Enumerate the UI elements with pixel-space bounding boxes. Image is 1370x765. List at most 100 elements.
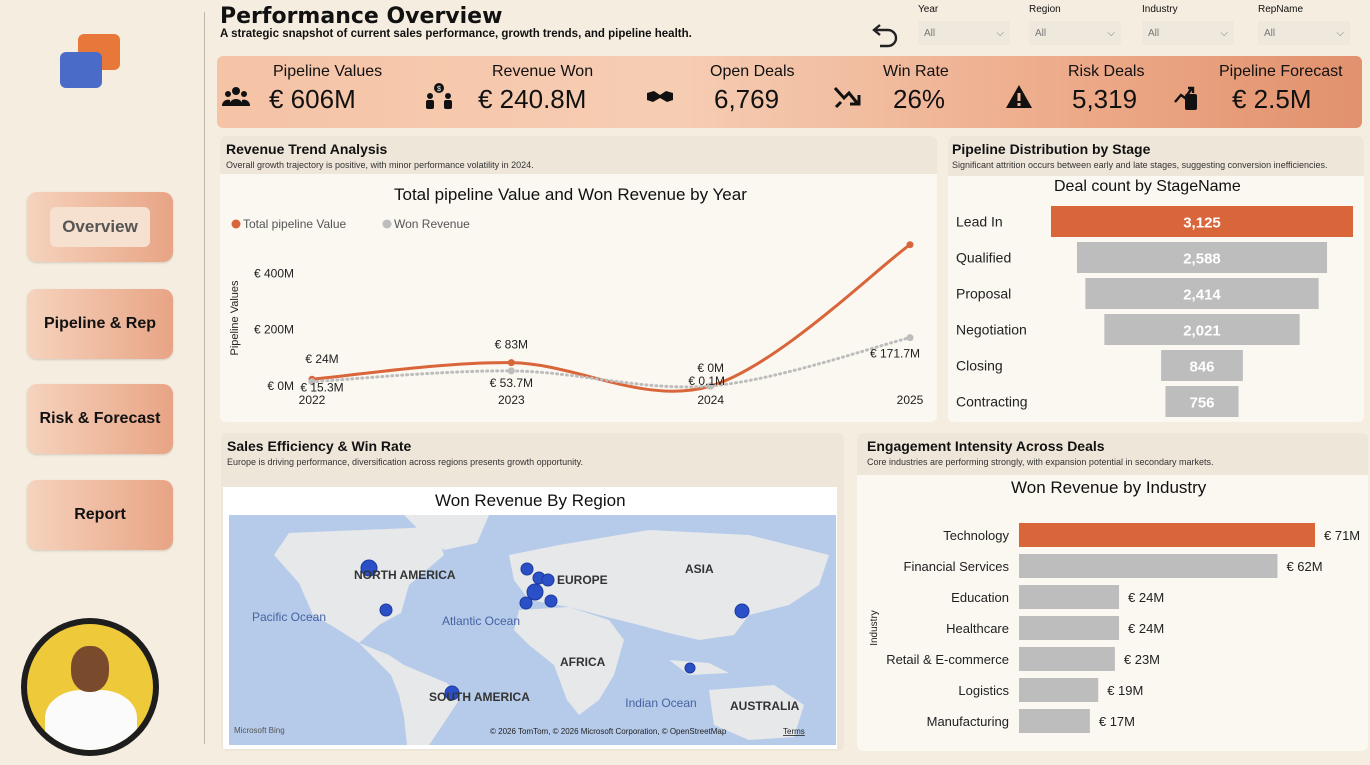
x-tick-label: 2024 (697, 393, 724, 407)
phone-chart-icon (1174, 86, 1197, 110)
map-bubble[interactable] (541, 573, 555, 587)
engagement-header: Engagement Intensity Across Deals Core i… (857, 433, 1368, 475)
sales-efficiency-panel: Sales Efficiency & Win Rate Europe is dr… (221, 433, 844, 751)
data-label: € 53.7M (490, 376, 533, 390)
undo-icon[interactable] (868, 20, 900, 52)
industry-label: Logistics (958, 683, 1009, 698)
industry-bar[interactable] (1019, 616, 1120, 640)
industry-bar[interactable] (1019, 709, 1090, 733)
map-bubble[interactable] (519, 596, 533, 610)
industry-value-label: € 24M (1128, 590, 1164, 605)
stage-label: Qualified (956, 250, 1011, 266)
industry-bar-chart[interactable]: Industry Technology € 71M Financial Service… (857, 501, 1368, 751)
filter-region[interactable]: Region All ⌵ (1029, 4, 1121, 45)
panel-subtitle: Europe is driving performance, diversifi… (227, 457, 584, 467)
chevron-down-icon: ⌵ (1107, 27, 1115, 39)
kpi-value: € 240.8M (478, 84, 587, 114)
won-revenue-line[interactable] (310, 336, 912, 389)
kpi-band: Pipeline Values € 606M $ Revenue Won € 2… (217, 56, 1362, 128)
kpi-label: Revenue Won (492, 63, 594, 80)
map-terms-link[interactable]: Terms (783, 727, 805, 736)
filter-repname-select[interactable]: All ⌵ (1258, 21, 1350, 45)
stage-value-label: 3,125 (1183, 215, 1221, 232)
kpi-label: Open Deals (710, 63, 795, 80)
map-bubble[interactable] (379, 603, 393, 617)
filter-repname-label: RepName (1258, 4, 1304, 15)
y-tick-label: € 400M (254, 266, 294, 280)
nav-pipeline-rep-button[interactable]: Pipeline & Rep (27, 289, 173, 359)
kpi-value: 5,319 (1072, 84, 1138, 114)
industry-bar[interactable] (1019, 647, 1115, 671)
nav-risk-forecast-button[interactable]: Risk & Forecast (27, 384, 173, 454)
filter-repname-value: All (1264, 27, 1276, 39)
nav-overview-button[interactable]: Overview (27, 192, 173, 262)
people-group-icon (221, 87, 251, 106)
svg-text:$: $ (437, 86, 441, 93)
x-tick-label: 2022 (299, 393, 326, 407)
kpi-value: 26% (893, 84, 946, 114)
pipeline-value-line[interactable] (310, 243, 912, 393)
page-title: Performance Overview (220, 4, 503, 29)
kpi-label: Win Rate (883, 63, 949, 80)
industry-value-label: € 19M (1107, 683, 1143, 698)
stage-value-label: 2,588 (1183, 251, 1221, 268)
data-label: € 24M (305, 352, 338, 366)
region-label: ASIA (685, 562, 714, 576)
legend-swatch (382, 219, 392, 229)
data-point[interactable] (906, 241, 914, 249)
y-axis-label: Industry (869, 610, 880, 646)
stage-value-label: 2,414 (1183, 287, 1221, 304)
data-point[interactable] (507, 367, 515, 375)
x-tick-label: 2023 (498, 393, 525, 407)
pipeline-distribution-header: Pipeline Distribution by Stage Significa… (948, 136, 1364, 176)
nav-risk-label: Risk & Forecast (39, 410, 161, 427)
industry-label: Education (951, 590, 1009, 605)
nav-report-button[interactable]: Report (27, 480, 173, 550)
kpi-value: € 2.5M (1232, 84, 1312, 114)
filter-year-label: Year (918, 4, 939, 15)
panel-title: Revenue Trend Analysis (226, 141, 388, 157)
filter-repname[interactable]: RepName All ⌵ (1258, 4, 1350, 45)
data-point[interactable] (507, 359, 515, 367)
y-tick-label: € 200M (254, 323, 294, 337)
chevron-down-icon: ⌵ (996, 27, 1004, 39)
line-chart[interactable]: Total pipeline Value Won Revenue € 0M € 200… (220, 174, 937, 422)
map-bubble[interactable] (544, 594, 558, 608)
region-label: NORTH AMERICA (354, 568, 456, 582)
y-axis-label: Pipeline Values (229, 280, 241, 356)
industry-label: Manufacturing (927, 714, 1009, 729)
kpi-label: Risk Deals (1068, 63, 1145, 80)
kpi-value: 6,769 (714, 84, 780, 114)
map-bubble[interactable] (520, 562, 534, 576)
filter-year-select[interactable]: All ⌵ (918, 21, 1010, 45)
map-bubble[interactable] (684, 662, 696, 674)
nav-pipeline-label: Pipeline & Rep (43, 315, 157, 332)
nav-report-label: Report (74, 506, 126, 523)
filter-industry-select[interactable]: All ⌵ (1142, 21, 1234, 45)
ocean-label: Atlantic Ocean (442, 614, 520, 628)
filter-industry[interactable]: Industry All ⌵ (1142, 4, 1234, 45)
filter-industry-value: All (1148, 27, 1160, 39)
panel-title: Engagement Intensity Across Deals (867, 438, 1105, 454)
trend-arrow-icon (833, 86, 861, 109)
ocean-label: Pacific Ocean (252, 610, 326, 624)
filter-industry-label: Industry (1142, 4, 1178, 15)
industry-bar[interactable] (1019, 585, 1120, 609)
region-label: AUSTRALIA (730, 699, 800, 713)
chevron-down-icon: ⌵ (1220, 27, 1228, 39)
data-point[interactable] (906, 334, 914, 342)
industry-label: Healthcare (946, 621, 1009, 636)
filter-region-select[interactable]: All ⌵ (1029, 21, 1121, 45)
data-label: € 0.1M (688, 374, 725, 388)
industry-bar[interactable] (1019, 554, 1278, 578)
region-label: AFRICA (560, 655, 606, 669)
industry-bar[interactable] (1019, 678, 1099, 702)
pipeline-distribution-panel: Pipeline Distribution by Stage Significa… (948, 136, 1364, 422)
stage-bar-chart[interactable]: Lead In 3,125 Qualified 2,588 Proposal 2,414 N… (948, 198, 1364, 424)
app-logo (60, 34, 122, 90)
industry-bar[interactable] (1019, 523, 1315, 547)
map-bubble[interactable] (734, 603, 750, 619)
world-map[interactable]: NORTH AMERICA EUROPE ASIA AFRICA SOUTH A… (229, 515, 836, 745)
chevron-down-icon: ⌵ (1336, 27, 1344, 39)
filter-year[interactable]: Year All ⌵ (918, 4, 1010, 45)
